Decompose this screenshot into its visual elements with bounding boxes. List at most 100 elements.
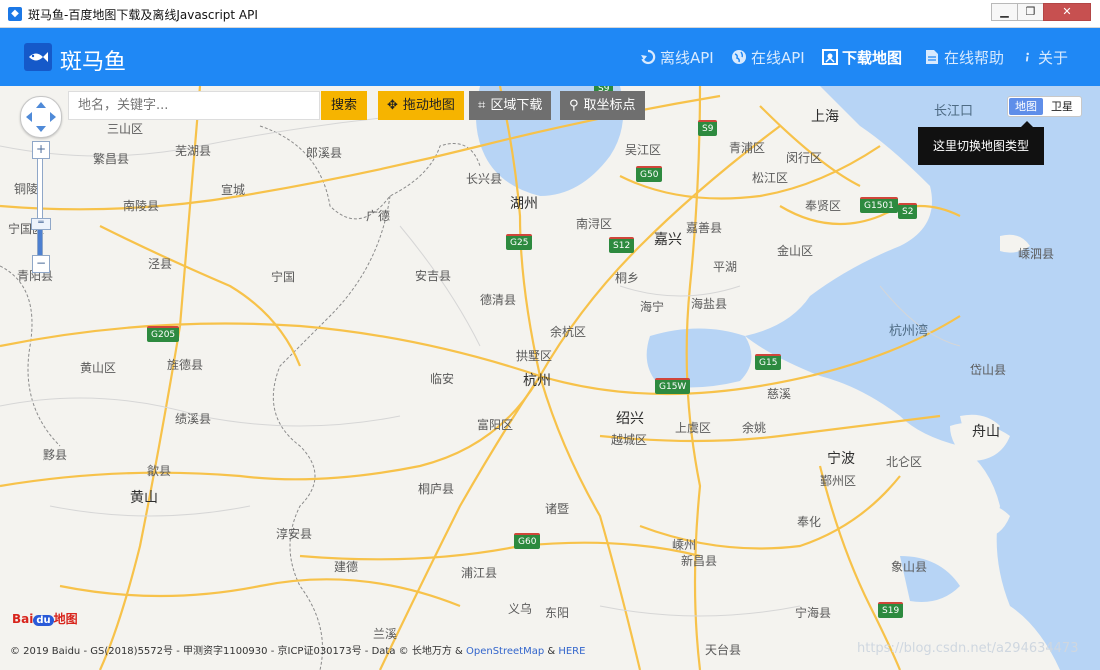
info-icon	[1025, 52, 1029, 62]
place-label: 绩溪县	[175, 412, 212, 426]
highway-shield: S2	[898, 203, 918, 219]
place-label: 越城区	[611, 433, 648, 447]
place-label: 义乌	[508, 602, 533, 616]
minimize-button[interactable]: ▁	[991, 3, 1017, 21]
place-label: 铜陵	[14, 182, 39, 196]
search-input[interactable]	[68, 91, 320, 120]
pick-coordinate-button[interactable]: ⚲ 取坐标点	[560, 91, 645, 120]
place-label: 舟山	[972, 424, 1000, 440]
zoom-slider-handle[interactable]: ═	[31, 218, 51, 230]
place-label: 海宁	[640, 300, 665, 314]
baidu-logo-suffix: 地图	[53, 612, 78, 626]
baidu-paw-icon: du	[33, 615, 54, 626]
nav-label: 离线API	[660, 49, 714, 67]
place-label: 岱山县	[970, 363, 1007, 377]
highway-shield: G60	[514, 533, 541, 549]
highway-shield: G205	[147, 326, 180, 342]
place-label: 奉贤区	[805, 199, 842, 213]
highway-shield: S19	[878, 602, 904, 618]
highway-shield: S12	[609, 237, 635, 253]
place-label: 宁波	[827, 451, 855, 467]
place-label: 松江区	[752, 171, 789, 185]
nav-label: 下载地图	[842, 49, 903, 67]
place-label: 象山县	[891, 560, 928, 574]
place-label: 鄞州区	[820, 474, 857, 488]
place-label: 余姚	[742, 421, 767, 435]
area-download-button[interactable]: ⌗ 区域下载	[469, 91, 552, 120]
place-label: 泾县	[148, 257, 173, 271]
place-label: 海盐县	[691, 297, 728, 311]
place-label: 南浔区	[576, 217, 613, 231]
place-label: 余杭区	[550, 325, 587, 339]
place-label: 平湖	[713, 260, 738, 274]
nav-offline-api[interactable]: 离线API	[640, 48, 714, 68]
nav-label: 关于	[1038, 49, 1069, 67]
fish-icon[interactable]	[24, 43, 52, 71]
place-label: 嘉善县	[686, 221, 723, 235]
baidu-logo-text: Bai	[12, 612, 34, 626]
here-link[interactable]: HERE	[558, 646, 585, 657]
place-label: 三山区	[107, 122, 144, 136]
place-label: 杭州湾	[889, 324, 929, 339]
map-type-map-button[interactable]: 地图	[1009, 98, 1043, 115]
map-canvas[interactable]: S9 S9 G50 G1501 S2 G25 S12 G205 G15 G15W…	[0, 86, 1100, 670]
copyright-amp: &	[544, 646, 559, 657]
globe-icon	[732, 50, 746, 64]
fish-icon: ◆	[8, 7, 22, 21]
crop-icon: ⌗	[478, 98, 486, 113]
highway-shield: S9	[698, 120, 718, 136]
drag-map-label: 拖动地图	[402, 98, 455, 113]
place-label: 淳安县	[276, 527, 313, 541]
close-button[interactable]: ✕	[1043, 3, 1091, 21]
place-label: 德清县	[480, 293, 517, 307]
place-label: 青浦区	[729, 141, 766, 155]
place-label: 宁海县	[795, 606, 832, 620]
place-label: 黄山区	[80, 361, 117, 375]
place-label: 东阳	[545, 606, 570, 620]
nav-about[interactable]: 关于	[1024, 48, 1068, 68]
place-label: 桐庐县	[418, 482, 455, 496]
zoom-out-button[interactable]: −	[32, 255, 50, 273]
map-pin-icon: ⚲	[569, 98, 579, 113]
maximize-button[interactable]: ❐	[1017, 3, 1043, 21]
place-label: 黟县	[43, 448, 68, 462]
place-label: 闵行区	[786, 151, 823, 165]
nav-online-api[interactable]: 在线API	[731, 48, 805, 68]
nav-download-map[interactable]: 下载地图	[822, 48, 902, 68]
window-titlebar: ◆ 斑马鱼-百度地图下载及离线Javascript API ▁ ❐ ✕	[0, 0, 1100, 28]
place-label: 芜湖县	[175, 144, 212, 158]
place-label: 诸暨	[545, 502, 570, 516]
pan-control[interactable]	[20, 96, 62, 138]
place-label: 新昌县	[681, 554, 718, 568]
place-label: 杭州	[523, 373, 551, 389]
place-label: 嵊泗县	[1018, 247, 1055, 261]
brand-name[interactable]: 斑马鱼	[60, 44, 126, 76]
zoom-in-button[interactable]: +	[32, 141, 50, 159]
document-icon	[926, 50, 938, 64]
place-label: 黄山	[130, 490, 158, 506]
highway-shield: G15W	[655, 378, 691, 394]
place-label: 建德	[334, 560, 359, 574]
zoom-slider-fill	[38, 226, 42, 255]
place-label: 歙县	[147, 464, 172, 478]
baidu-logo[interactable]: Bai du 地图	[12, 610, 78, 634]
search-button[interactable]: 搜索	[321, 91, 367, 120]
drag-map-button[interactable]: ✥ 拖动地图	[378, 91, 464, 120]
osm-link[interactable]: OpenStreetMap	[466, 646, 544, 657]
place-label: 繁昌县	[93, 152, 130, 166]
place-label: 安吉县	[415, 269, 452, 283]
place-label: 嵊州	[672, 538, 697, 552]
place-label: 上海	[811, 109, 839, 125]
place-label: 嘉兴	[654, 232, 682, 248]
place-label: 拱墅区	[516, 349, 553, 363]
nav-online-help[interactable]: 在线帮助	[924, 48, 1004, 68]
place-label: 宣城	[221, 183, 246, 197]
place-label: 兰溪	[373, 627, 398, 641]
place-label: 天台县	[705, 643, 742, 657]
place-label: 吴江区	[625, 143, 662, 157]
refresh-icon	[641, 49, 656, 65]
pan-arrows-icon	[26, 102, 56, 132]
map-copyright: © 2019 Baidu - GS(2018)5572号 - 甲测资字11009…	[10, 642, 585, 657]
place-label: 郎溪县	[306, 146, 343, 160]
map-type-satellite-button[interactable]: 卫星	[1045, 98, 1079, 115]
